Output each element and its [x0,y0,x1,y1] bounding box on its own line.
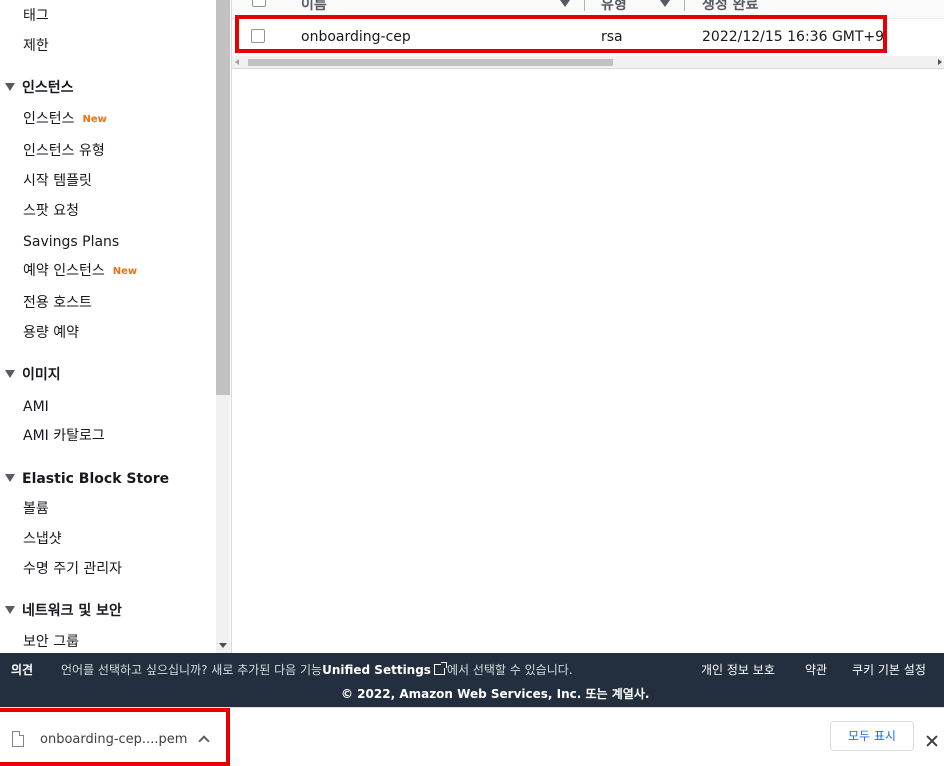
select-all-checkbox[interactable] [252,0,266,7]
column-header-name[interactable]: 이름 [301,0,327,14]
sort-desc-icon[interactable] [560,0,570,7]
sidebar-section-network-security[interactable]: 네트워크 및 보안 [5,603,122,619]
sidebar-item-label: AMI [23,399,49,415]
unified-settings-link[interactable]: Unified Settings [322,663,431,677]
row-highlight-box [235,15,887,53]
column-separator [684,0,685,11]
sidebar-item-volumes[interactable]: 볼륨 [23,501,49,517]
cookie-preferences-link[interactable]: 쿠키 기본 설정 [852,661,926,678]
sidebar-item-label: 수명 주기 관리자 [23,561,123,577]
caret-down-icon [5,370,15,378]
sidebar-item-label: 시작 템플릿 [23,173,92,189]
sidebar-item-label: 태그 [23,8,49,24]
privacy-link[interactable]: 개인 정보 보호 [701,661,775,678]
sidebar-item-label: 스팟 요청 [23,203,79,219]
sidebar-section-ebs[interactable]: Elastic Block Store [5,471,169,487]
language-prompt: 언어를 선택하고 싶으십니까? 새로 추가된 다음 기능 [61,663,323,677]
sidebar-scrollbar-thumb[interactable] [216,0,230,395]
copyright: © 2022, Amazon Web Services, Inc. 또는 계열사… [341,687,650,701]
sidebar-section-instances[interactable]: 인스턴스 [5,80,74,96]
caret-down-icon [5,606,15,614]
scroll-left-arrow-icon[interactable] [235,59,239,65]
sidebar-item-instance-types[interactable]: 인스턴스 유형 [23,143,105,159]
sidebar-item-security-groups[interactable]: 보안 그룹 [23,634,79,650]
file-icon [12,731,24,747]
external-link-icon [433,662,447,675]
sidebar-item-label: 제한 [23,38,49,54]
sidebar-item-label: AMI 카탈로그 [23,428,105,444]
sidebar-item-label: 인스턴스 [23,111,75,127]
new-badge: New [112,266,138,277]
sidebar-item-label: 인스턴스 유형 [23,143,105,159]
caret-down-icon [5,474,15,482]
language-suffix: 에서 선택할 수 있습니다. [446,663,573,677]
download-item[interactable]: onboarding-cep....pem [0,708,230,766]
table-horizontal-scrollbar-thumb[interactable] [248,59,613,66]
sidebar-item-capacity-reservations[interactable]: 용량 예약 [23,325,79,341]
download-bar: onboarding-cep....pem 모두 표시 [0,707,944,766]
sidebar-item-label: Savings Plans [23,234,120,250]
sidebar-item-label: 전용 호스트 [23,295,92,311]
key-pairs-table: 이름 유형 생성 완료 onboarding-cep rsa 2022/12/1… [232,0,944,653]
sidebar-item-label: 볼륨 [23,501,49,517]
new-badge: New [82,114,107,125]
sidebar-item-label: 보안 그룹 [23,634,79,650]
terms-link[interactable]: 약관 [805,661,827,678]
caret-down-icon [5,83,15,91]
sidebar-item-lifecycle-manager[interactable]: 수명 주기 관리자 [23,561,122,577]
sidebar-item-instances[interactable]: 인스턴스 New [23,111,107,128]
close-icon[interactable] [925,734,939,748]
column-separator [584,0,585,11]
sidebar-item-label: 용량 예약 [23,325,79,341]
sidebar-item-dedicated-hosts[interactable]: 전용 호스트 [23,295,92,311]
feedback-link[interactable]: 의견 [11,661,33,678]
sidebar-item-label: 예약 인스턴스 [23,263,105,279]
column-header-created[interactable]: 생성 완료 [702,0,758,14]
table-horizontal-scrollbar[interactable] [232,56,944,69]
sidebar-item-label: 스냅샷 [23,531,62,547]
column-header-type[interactable]: 유형 [601,0,627,14]
sidebar-item-savings-plans[interactable]: Savings Plans [23,234,119,250]
section-title: 네트워크 및 보안 [22,603,122,619]
sort-desc-icon[interactable] [660,0,670,7]
sidebar-item-tags[interactable]: 태그 [23,8,49,24]
sidebar-item-snapshots[interactable]: 스냅샷 [23,531,62,547]
scroll-down-arrow-icon[interactable] [219,643,227,648]
sidebar-section-images[interactable]: 이미지 [5,367,61,383]
sidebar-item-spot-requests[interactable]: 스팟 요청 [23,203,79,219]
section-title: Elastic Block Store [22,471,170,487]
console-footer: 의견 언어를 선택하고 싶으십니까? 새로 추가된 다음 기능Unified S… [0,653,944,707]
section-title: 이미지 [22,367,61,383]
download-file-name[interactable]: onboarding-cep....pem [40,732,187,747]
sidebar-item-ami-catalog[interactable]: AMI 카탈로그 [23,428,105,444]
sidebar-item-limits[interactable]: 제한 [23,38,49,54]
section-title: 인스턴스 [22,80,74,96]
sidebar-nav: 태그 제한 인스턴스 인스턴스 New 인스턴스 유형 시작 템플릿 스팟 요청 … [0,0,216,653]
show-all-button[interactable]: 모두 표시 [830,721,914,751]
sidebar-item-launch-templates[interactable]: 시작 템플릿 [23,173,92,189]
sidebar-item-ami[interactable]: AMI [23,399,49,415]
chevron-up-icon[interactable] [198,735,210,747]
sidebar-item-reserved-instances[interactable]: 예약 인스턴스 New [23,263,137,280]
scroll-right-arrow-icon[interactable] [938,59,942,65]
language-notice: 언어를 선택하고 싶으십니까? 새로 추가된 다음 기능Unified Sett… [61,661,573,678]
